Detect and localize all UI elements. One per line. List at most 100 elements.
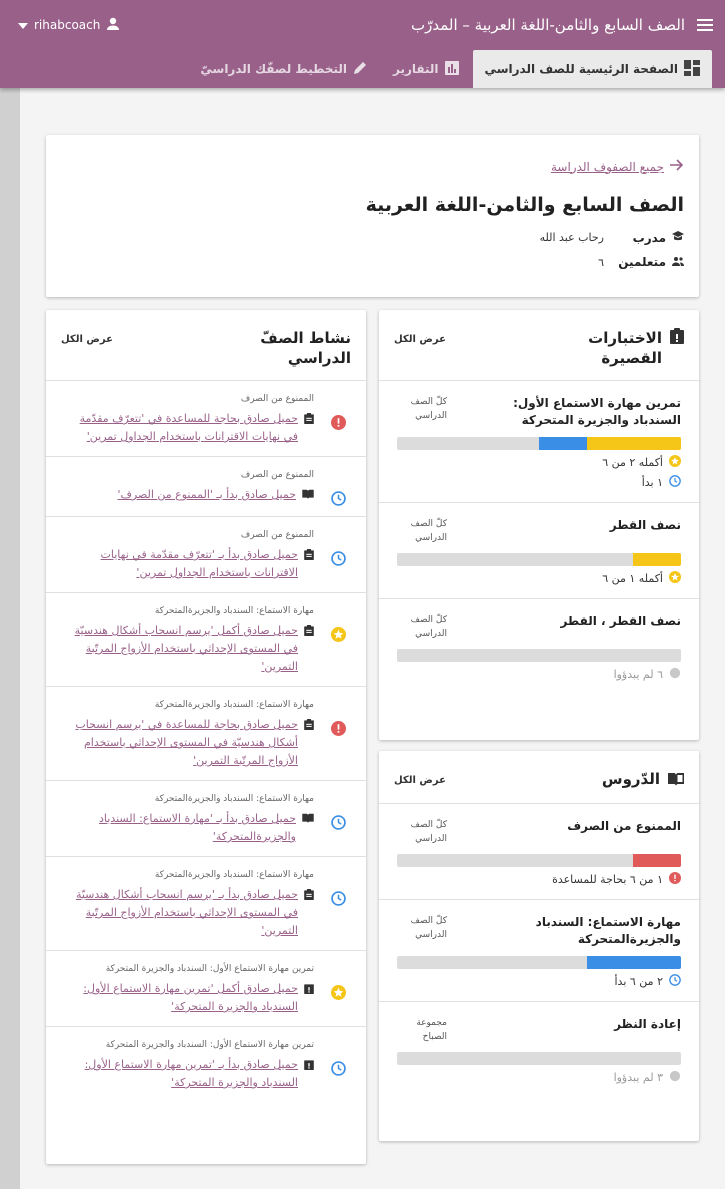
alert-icon	[326, 699, 350, 770]
exam-icon	[304, 980, 314, 1016]
learners-row: متعلمين ٦	[61, 255, 684, 269]
activity-meta: الممنوع من الصرف	[240, 394, 314, 404]
coach-icon	[672, 230, 684, 245]
progress-bar	[397, 437, 681, 450]
activity-link[interactable]: حميل صادق بدأ بـ 'مهارة الاستماع: السندب…	[62, 810, 296, 846]
item-name[interactable]: نصف القطر	[481, 517, 681, 534]
quiz-icon	[304, 886, 314, 940]
activity-item: الممنوع من الصرف حميل صادق بدأ بـ 'الممن…	[46, 456, 366, 516]
lesson-icon	[302, 486, 314, 505]
item-scope: كلّ الصف الدراسي	[410, 519, 447, 543]
quiz-row[interactable]: تمرين مهارة الاستماع الأول: السندباد وال…	[379, 380, 699, 502]
lessons-view-all[interactable]: عرض الكل	[394, 769, 446, 786]
item-name[interactable]: نصف القطر ، القطر	[481, 613, 681, 630]
progress-stat: ٢ من ٦ بدأ	[397, 974, 681, 989]
activity-item: مهارة الاستماع: السندباد والجزيرةالمتحرك…	[46, 780, 366, 856]
progress-bar	[397, 854, 681, 867]
chevron-down-icon	[18, 18, 28, 32]
lesson-row[interactable]: مهارة الاستماع: السندباد والجزيرةالمتحرك…	[379, 899, 699, 1001]
activity-item: مهارة الاستماع: السندباد والجزيرةالمتحرك…	[46, 592, 366, 686]
clock-icon	[326, 793, 350, 846]
item-scope: كلّ الصف الدراسي	[410, 820, 447, 844]
not-started-dot-icon	[669, 1070, 681, 1085]
back-link-label[interactable]: جميع الصفوف الدراسة	[551, 160, 664, 174]
activity-link[interactable]: حميل صادق بحاجة للمساعدة في 'تتعرّف مقدّ…	[62, 410, 298, 446]
tab-class-home[interactable]: الصفحة الرئيسية للصف الدراسي	[472, 50, 712, 88]
back-link[interactable]: جميع الصفوف الدراسة	[61, 159, 684, 174]
activity-link[interactable]: حميل صادق بدأ بـ 'الممنوع من الصرف'	[117, 486, 296, 505]
activity-meta: تمرين مهارة الاستماع الأول: السندباد وال…	[105, 964, 314, 974]
item-scope: كلّ الصف الدراسي	[410, 615, 447, 639]
lesson-row[interactable]: إعادة النظر مجموعة الصباح ٣ لم يبدؤوا	[379, 1001, 699, 1097]
learners-label: متعلمين	[618, 255, 684, 269]
item-name[interactable]: الممنوع من الصرف	[481, 818, 681, 835]
pencil-icon	[353, 61, 367, 78]
item-name[interactable]: مهارة الاستماع: السندباد والجزيرةالمتحرك…	[481, 914, 681, 948]
app-bar-top: الصف السابع والثامن-اللغة العربية – المد…	[0, 0, 725, 50]
activity-title: نشاط الصفّ الدراسي	[260, 329, 351, 367]
activity-meta: الممنوع من الصرف	[240, 530, 314, 540]
quizzes-card: الاختبارات القصيرة عرض الكل تمرين مهارة …	[379, 310, 699, 740]
alert-icon	[326, 393, 350, 446]
clock-icon	[669, 475, 681, 490]
activity-link[interactable]: حميل صادق بدأ بـ 'تمرين مهارة الاستماع ا…	[62, 1056, 298, 1092]
user-menu[interactable]: rihabcoach	[8, 17, 120, 34]
progress-stat: ١ بدأ	[397, 475, 681, 490]
activity-item: الممنوع من الصرف حميل صادق بدأ بـ 'تتعرّ…	[46, 516, 366, 592]
activity-header: نشاط الصفّ الدراسي عرض الكل	[46, 310, 366, 380]
item-name[interactable]: إعادة النظر	[481, 1016, 681, 1033]
activity-meta: مهارة الاستماع: السندباد والجزيرةالمتحرك…	[154, 870, 314, 880]
quiz-icon	[304, 622, 314, 676]
menu-icon[interactable]	[693, 13, 717, 37]
quizzes-view-all[interactable]: عرض الكل	[394, 328, 446, 345]
arrow-back-icon	[670, 159, 684, 174]
activity-link[interactable]: حميل صادق أكمل 'تمرين مهارة الاستماع الأ…	[62, 980, 298, 1016]
activity-link[interactable]: حميل صادق بدأ بـ 'يرسم انسحاب أشكال هندس…	[62, 886, 298, 940]
lesson-icon	[302, 810, 314, 846]
tab-label: التخطيط لصفّك الدراسيّ	[200, 62, 347, 76]
progress-stat: ٣ لم يبدؤوا	[397, 1070, 681, 1085]
activity-link[interactable]: حميل صادق أكمل 'يرسم انسحاب أشكال هندسيّ…	[62, 622, 298, 676]
tab-label: التقارير	[393, 62, 439, 76]
book-icon	[668, 769, 684, 791]
progress-fill-primary	[632, 854, 681, 867]
activity-link[interactable]: حميل صادق بدأ بـ 'تتعرّف مقدّمة في نهايا…	[62, 546, 298, 582]
progress-bar	[397, 553, 681, 566]
quiz-icon	[304, 546, 314, 582]
username: rihabcoach	[34, 18, 101, 32]
star-icon	[326, 605, 350, 676]
progress-fill-secondary	[539, 437, 588, 450]
quiz-row[interactable]: نصف القطر ، القطر كلّ الصف الدراسي ٦ لم …	[379, 598, 699, 694]
lesson-row[interactable]: الممنوع من الصرف كلّ الصف الدراسي ١ من ٦…	[379, 803, 699, 899]
exam-icon	[304, 1056, 314, 1092]
tab-plan[interactable]: التخطيط لصفّك الدراسيّ	[188, 50, 379, 88]
activity-item: مهارة الاستماع: السندباد والجزيرةالمتحرك…	[46, 686, 366, 780]
quiz-icon	[304, 410, 314, 446]
progress-stat: أكمله ٢ من ٦	[397, 455, 681, 470]
activity-meta: مهارة الاستماع: السندباد والجزيرةالمتحرك…	[154, 606, 314, 616]
tab-label: الصفحة الرئيسية للصف الدراسي	[484, 62, 678, 76]
activity-item: الممنوع من الصرف حميل صادق بحاجة للمساعد…	[46, 380, 366, 456]
coach-row: مدرب رحاب عبد الله	[61, 230, 684, 245]
activity-meta: الممنوع من الصرف	[240, 470, 314, 480]
item-scope: كلّ الصف الدراسي	[410, 397, 447, 421]
activity-view-all[interactable]: عرض الكل	[61, 328, 113, 345]
side-scroll-strip	[0, 88, 20, 1189]
progress-fill-secondary	[587, 956, 681, 969]
lessons-title: الدّروس	[560, 769, 684, 791]
item-scope: مجموعة الصباح	[416, 1018, 447, 1042]
quizzes-title: الاختبارات القصيرة	[562, 328, 684, 368]
dashboard-icon	[684, 59, 700, 79]
progress-bar	[397, 956, 681, 969]
class-header-card: جميع الصفوف الدراسة الصف السابع والثامن-…	[46, 135, 699, 297]
activity-link[interactable]: حميل صادق بحاجة للمساعدة في 'يرسم انسحاب…	[62, 716, 298, 770]
star-icon	[326, 963, 350, 1016]
item-name[interactable]: تمرين مهارة الاستماع الأول: السندباد وال…	[481, 395, 681, 429]
class-activity-card: نشاط الصفّ الدراسي عرض الكل الممنوع من ا…	[46, 310, 366, 1164]
quiz-row[interactable]: نصف القطر كلّ الصف الدراسي أكمله ١ من ٦	[379, 502, 699, 598]
clock-icon	[326, 529, 350, 582]
lessons-card: الدّروس عرض الكل الممنوع من الصرف كلّ ال…	[379, 751, 699, 1141]
tab-reports[interactable]: التقارير	[381, 50, 471, 88]
coach-label: مدرب	[624, 230, 684, 245]
quiz-icon	[304, 716, 314, 770]
